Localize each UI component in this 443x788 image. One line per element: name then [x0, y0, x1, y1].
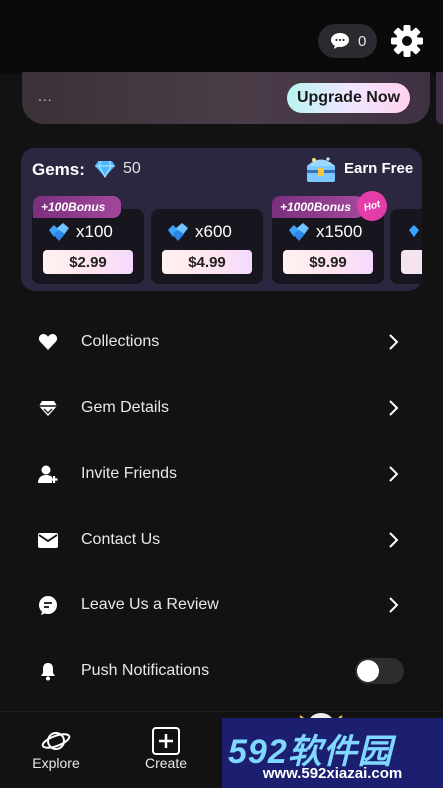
bell-icon	[41, 663, 55, 681]
menu-item-collections[interactable]: Collections	[0, 309, 443, 375]
top-bar: 0	[0, 0, 443, 74]
heart-icon	[38, 334, 58, 350]
app-root: 0 ... Upgrade Now Gems: 50 Earn Free x10…	[0, 0, 443, 788]
gem-cluster-icon	[168, 223, 188, 241]
gems-count: 50	[123, 160, 141, 177]
menu-item-label: Leave Us a Review	[81, 596, 219, 613]
messages-button[interactable]: 0	[318, 24, 377, 58]
gem-cluster-icon	[49, 223, 69, 241]
add-square-icon	[152, 727, 180, 755]
nav-explore-label: Explore	[32, 755, 80, 771]
message-count: 0	[358, 32, 367, 50]
pack-quantity: x600	[195, 222, 232, 241]
add-user-icon	[38, 465, 58, 483]
chevron-right-icon	[389, 466, 399, 482]
chevron-right-icon	[389, 532, 399, 548]
menu-item-push-notifications: Push Notifications	[0, 638, 443, 704]
toggle-knob	[357, 660, 379, 682]
watermark: 592软件园 www.592xiazai.com	[222, 718, 443, 788]
menu-item-gem-details[interactable]: Gem Details	[0, 375, 443, 441]
gem-pack-partial[interactable]	[390, 209, 422, 284]
menu-item-label: Gem Details	[81, 399, 170, 416]
banner-text: ...	[38, 88, 53, 104]
menu-item-label: Collections	[81, 333, 160, 350]
buy-pack-button[interactable]: $2.99	[43, 250, 133, 274]
gem-cluster-icon	[409, 225, 419, 237]
watermark-url: www.592xiazai.com	[262, 765, 403, 782]
buy-pack-button[interactable]: $9.99	[283, 250, 373, 274]
pack-quantity: x100	[76, 222, 113, 241]
pack-quantity: x1500	[316, 222, 363, 241]
chat-icon	[331, 33, 349, 49]
gems-card: Gems: 50 Earn Free x100 $2.99 x600 $4.99…	[21, 148, 422, 291]
nav-create-label: Create	[144, 755, 188, 771]
push-notifications-toggle[interactable]	[355, 658, 404, 684]
envelope-icon	[38, 533, 58, 548]
menu-item-leave-review[interactable]: Leave Us a Review	[0, 572, 443, 638]
chevron-right-icon	[389, 334, 399, 350]
planet-icon	[41, 732, 71, 750]
chevron-right-icon	[389, 400, 399, 416]
menu-item-label: Invite Friends	[81, 465, 178, 482]
review-icon	[39, 596, 57, 615]
gems-label: Gems:	[32, 160, 85, 179]
premium-banner[interactable]: ... Upgrade Now	[22, 72, 430, 124]
earn-free-link[interactable]: Earn Free	[344, 160, 413, 177]
gem-pack[interactable]: x600 $4.99	[151, 209, 263, 284]
menu-item-contact-us[interactable]: Contact Us	[0, 507, 443, 573]
menu-item-label: Contact Us	[81, 531, 161, 548]
diamond-icon	[95, 160, 115, 178]
nav-explore[interactable]: Explore	[1, 712, 111, 788]
banner-next-edge	[436, 72, 443, 124]
gem-cluster-icon	[289, 223, 309, 241]
gear-icon[interactable]	[390, 24, 424, 58]
chevron-right-icon	[389, 597, 399, 613]
upgrade-now-button[interactable]: Upgrade Now	[287, 83, 410, 113]
nav-create[interactable]: Create	[111, 712, 221, 788]
gem-pack[interactable]: x100 $2.99	[32, 209, 144, 284]
diamond-icon	[39, 401, 57, 416]
menu-item-invite-friends[interactable]: Invite Friends	[0, 441, 443, 507]
bonus-tag: +1000Bonus	[272, 196, 364, 218]
buy-pack-button[interactable]: $4.99	[162, 250, 252, 274]
price-button-partial[interactable]	[401, 250, 422, 274]
bonus-tag: +100Bonus	[33, 196, 121, 218]
menu-item-label: Push Notifications	[81, 662, 210, 679]
treasure-chest-icon[interactable]	[304, 153, 338, 185]
